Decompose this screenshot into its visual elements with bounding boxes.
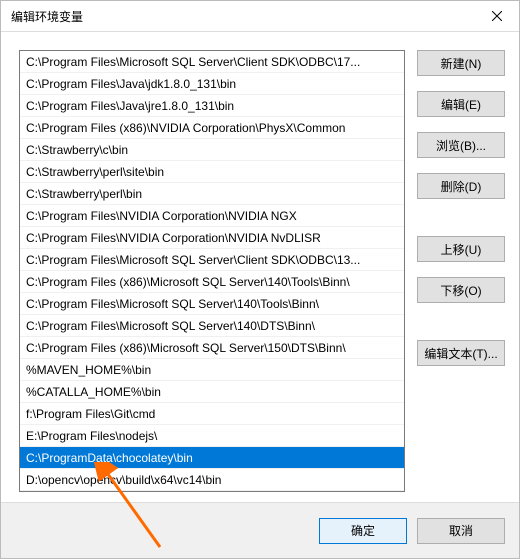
list-item[interactable]: C:\Program Files\Java\jre1.8.0_131\bin	[20, 95, 404, 117]
window-title: 编辑环境变量	[11, 8, 83, 25]
dialog-footer: 确定 取消	[1, 502, 519, 558]
list-item[interactable]: C:\Strawberry\c\bin	[20, 139, 404, 161]
close-button[interactable]	[474, 1, 519, 31]
sidebar: 新建(N) 编辑(E) 浏览(B)... 删除(D) 上移(U) 下移(O) 编…	[417, 50, 505, 492]
list-item[interactable]: C:\Program Files (x86)\Microsoft SQL Ser…	[20, 271, 404, 293]
list-item[interactable]: C:\Program Files\NVIDIA Corporation\NVID…	[20, 227, 404, 249]
list-item[interactable]: C:\Program Files\Microsoft SQL Server\14…	[20, 293, 404, 315]
move-up-button[interactable]: 上移(U)	[417, 236, 505, 262]
ok-button[interactable]: 确定	[319, 518, 407, 544]
list-item[interactable]: C:\Program Files\Microsoft SQL Server\Cl…	[20, 51, 404, 73]
list-item[interactable]: C:\Program Files (x86)\NVIDIA Corporatio…	[20, 117, 404, 139]
list-item[interactable]: f:\Program Files\Git\cmd	[20, 403, 404, 425]
move-down-button[interactable]: 下移(O)	[417, 277, 505, 303]
delete-button[interactable]: 删除(D)	[417, 173, 505, 199]
path-listbox[interactable]: C:\Program Files\Microsoft SQL Server\Cl…	[20, 51, 404, 491]
dialog-body: C:\Program Files\Microsoft SQL Server\Cl…	[1, 32, 519, 502]
list-item[interactable]: %CATALLA_HOME%\bin	[20, 381, 404, 403]
list-item[interactable]: C:\Program Files\Java\jdk1.8.0_131\bin	[20, 73, 404, 95]
list-item[interactable]: C:\Strawberry\perl\site\bin	[20, 161, 404, 183]
spacer	[417, 214, 505, 236]
edit-button[interactable]: 编辑(E)	[417, 91, 505, 117]
env-var-dialog: 编辑环境变量 C:\Program Files\Microsoft SQL Se…	[0, 0, 520, 559]
list-item[interactable]: C:\Program Files (x86)\Microsoft SQL Ser…	[20, 337, 404, 359]
list-item[interactable]: C:\Program Files\Microsoft SQL Server\Cl…	[20, 249, 404, 271]
list-item[interactable]: D:\opencv\opencv\build\x64\vc14\bin	[20, 469, 404, 491]
list-item[interactable]: %MAVEN_HOME%\bin	[20, 359, 404, 381]
spacer	[417, 318, 505, 340]
list-item[interactable]: E:\Program Files\nodejs\	[20, 425, 404, 447]
browse-button[interactable]: 浏览(B)...	[417, 132, 505, 158]
list-item[interactable]: C:\Program Files\Microsoft SQL Server\14…	[20, 315, 404, 337]
list-item[interactable]: C:\Program Files\NVIDIA Corporation\NVID…	[20, 205, 404, 227]
path-list-container: C:\Program Files\Microsoft SQL Server\Cl…	[19, 50, 405, 492]
close-icon	[492, 11, 502, 21]
edit-text-button[interactable]: 编辑文本(T)...	[417, 340, 505, 366]
list-item[interactable]: C:\Strawberry\perl\bin	[20, 183, 404, 205]
list-item[interactable]: C:\ProgramData\chocolatey\bin	[20, 447, 404, 469]
cancel-button[interactable]: 取消	[417, 518, 505, 544]
new-button[interactable]: 新建(N)	[417, 50, 505, 76]
titlebar: 编辑环境变量	[1, 1, 519, 32]
